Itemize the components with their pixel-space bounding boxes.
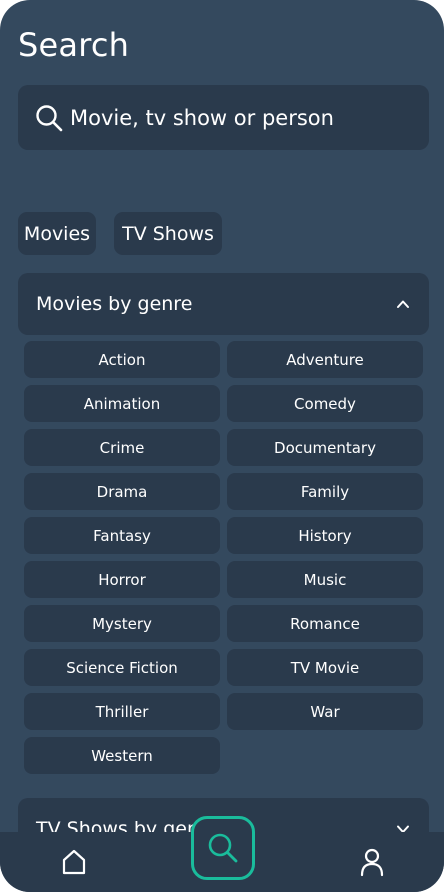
search-nav-button[interactable] xyxy=(191,816,255,880)
home-icon xyxy=(59,847,89,877)
genre-button-crime[interactable]: Crime xyxy=(24,429,220,466)
genre-button-tv-movie[interactable]: TV Movie xyxy=(227,649,423,686)
genre-button-romance[interactable]: Romance xyxy=(227,605,423,642)
genre-button-documentary[interactable]: Documentary xyxy=(227,429,423,466)
genre-button-animation[interactable]: Animation xyxy=(24,385,220,422)
search-icon xyxy=(34,103,64,133)
filter-movies-button[interactable]: Movies xyxy=(18,212,96,255)
genre-button-adventure[interactable]: Adventure xyxy=(227,341,423,378)
genre-button-drama[interactable]: Drama xyxy=(24,473,220,510)
search-box[interactable]: Movie, tv show or person xyxy=(18,85,429,150)
genre-button-thriller[interactable]: Thriller xyxy=(24,693,220,730)
genre-button-fantasy[interactable]: Fantasy xyxy=(24,517,220,554)
movies-by-genre-title: Movies by genre xyxy=(36,293,193,315)
search-input[interactable]: Movie, tv show or person xyxy=(70,106,334,130)
genre-button-family[interactable]: Family xyxy=(227,473,423,510)
genre-button-war[interactable]: War xyxy=(227,693,423,730)
home-nav-button[interactable] xyxy=(56,844,92,880)
genre-button-comedy[interactable]: Comedy xyxy=(227,385,423,422)
genre-button-horror[interactable]: Horror xyxy=(24,561,220,598)
user-icon xyxy=(357,847,387,877)
filter-tv-shows-button[interactable]: TV Shows xyxy=(114,212,222,255)
search-icon xyxy=(206,831,240,865)
chevron-up-icon xyxy=(395,296,411,312)
movies-by-genre-header[interactable]: Movies by genre xyxy=(18,273,429,335)
profile-nav-button[interactable] xyxy=(354,844,390,880)
movie-genre-grid: Action Adventure Animation Comedy Crime … xyxy=(24,341,423,774)
page-title: Search xyxy=(18,26,130,64)
genre-button-action[interactable]: Action xyxy=(24,341,220,378)
genre-button-music[interactable]: Music xyxy=(227,561,423,598)
genre-button-western[interactable]: Western xyxy=(24,737,220,774)
app-screen: Search Movie, tv show or person Movies T… xyxy=(0,0,444,892)
genre-button-mystery[interactable]: Mystery xyxy=(24,605,220,642)
genre-button-science-fiction[interactable]: Science Fiction xyxy=(24,649,220,686)
genre-button-history[interactable]: History xyxy=(227,517,423,554)
